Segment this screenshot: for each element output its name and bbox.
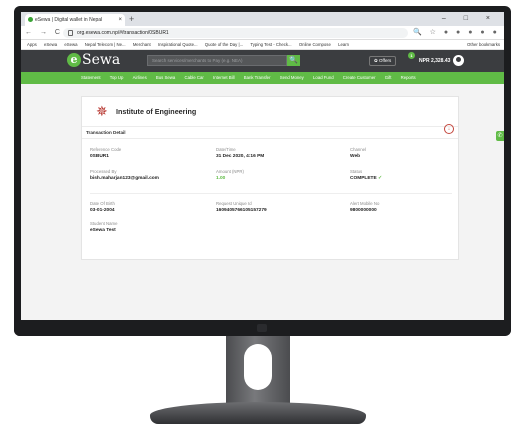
field-student-name: Student Name eSewa Test xyxy=(90,221,200,234)
field-value: 03-01-2004 xyxy=(90,208,115,213)
bookmark-item[interactable]: Nepal Telecom | Ne... xyxy=(85,40,126,49)
org-header: ✵ Institute of Engineering xyxy=(82,97,458,127)
field-value: COMPLETE ✓ xyxy=(350,175,460,182)
address-bar: ← → C ⌂ org.esewa.com.np/#/transaction/0… xyxy=(21,26,504,50)
phone-icon[interactable]: ✆ xyxy=(496,131,504,141)
balance-display[interactable]: 1 NPR 2,328.43 xyxy=(407,52,451,66)
browser-tab-bar: eSewa | Digital wallet in Nepal × + – □ … xyxy=(21,12,504,26)
url-field[interactable]: org.esewa.com.np/#/transaction/0SBUR1 xyxy=(63,28,408,38)
bookmark-item[interactable]: Typing Test - Check... xyxy=(250,40,291,49)
field-amount: Amount (NPR) 1.00 xyxy=(216,169,326,182)
field-date-of-birth: Date Of Birth 03-01-2004 xyxy=(90,201,200,214)
nav-item[interactable]: Bank Transfer xyxy=(244,72,271,84)
field-value: 9800000000 xyxy=(350,208,377,213)
nav-item[interactable]: Send Money xyxy=(280,72,304,84)
nav-item[interactable]: Cable Car xyxy=(184,72,203,84)
nav-item[interactable]: Top Up xyxy=(110,72,124,84)
nav-item[interactable]: Internet Bill xyxy=(213,72,235,84)
new-tab-icon[interactable]: + xyxy=(129,13,134,25)
field-value: bish.maharjan123@gmail.com xyxy=(90,176,159,181)
lock-icon xyxy=(68,30,73,36)
institute-emblem-icon: ✵ xyxy=(96,103,108,119)
esewa-logo[interactable]: e Sewa xyxy=(67,52,120,68)
field-value: 31 Dec 2020, 4:16 PM xyxy=(216,154,265,159)
url-text: org.esewa.com.np/#/transaction/0SBUR1 xyxy=(77,30,169,36)
avatar[interactable] xyxy=(453,55,464,66)
check-icon: ✓ xyxy=(378,175,383,181)
nav-item[interactable]: Statement xyxy=(81,72,101,84)
esewa-logo-mark: e xyxy=(67,53,81,67)
bookmark-item[interactable]: eSewa xyxy=(44,40,57,49)
browser-tab[interactable]: eSewa | Digital wallet in Nepal × xyxy=(25,14,125,26)
page-title: Institute of Engineering xyxy=(116,107,197,116)
monitor-frame: eSewa | Digital wallet in Nepal × + – □ … xyxy=(14,6,511,336)
section-header: Transaction Detail ↓ xyxy=(82,124,458,139)
field-request-unique-id: Request Unique Id 1609405766105157279 xyxy=(216,201,326,214)
bookmark-item[interactable]: Inspirational Quote... xyxy=(158,40,198,49)
nav-item[interactable]: Reports xyxy=(401,72,416,84)
main-nav: Statement Top Up Airlines Bus Sewa Cable… xyxy=(21,72,504,84)
monitor-logo xyxy=(257,324,267,332)
close-tab-icon[interactable]: × xyxy=(118,14,122,26)
bookmark-item[interactable]: Quote of the Day |... xyxy=(205,40,243,49)
field-value: 1609405766105157279 xyxy=(216,208,267,213)
field-date-time: Date/Time 31 Dec 2020, 4:16 PM xyxy=(216,147,326,160)
nav-item[interactable]: Load Fund xyxy=(313,72,334,84)
main-content: ✵ Institute of Engineering Transaction D… xyxy=(21,84,504,320)
other-bookmarks[interactable]: Other bookmarks xyxy=(467,40,500,49)
nav-item[interactable]: Gift xyxy=(385,72,392,84)
screen: eSewa | Digital wallet in Nepal × + – □ … xyxy=(21,12,504,320)
bookmark-item[interactable]: eSewa xyxy=(64,40,77,49)
esewa-favicon-icon xyxy=(28,17,33,22)
section-title: Transaction Detail xyxy=(86,130,126,135)
search-icon[interactable]: 🔍 xyxy=(287,55,300,66)
bookmark-item[interactable]: Online Compose xyxy=(299,40,331,49)
monitor-chin xyxy=(14,320,511,336)
esewa-logo-text: Sewa xyxy=(82,52,121,68)
bookmark-item[interactable]: Merchant xyxy=(133,40,151,49)
divider xyxy=(90,193,452,194)
field-channel: Channel Web xyxy=(350,147,460,160)
status-badge: COMPLETE xyxy=(350,176,377,181)
notification-badge: 1 xyxy=(408,52,415,59)
balance-value: NPR 2,328.43 xyxy=(419,58,451,64)
field-reference-code: Reference Code 0SBUR1 xyxy=(90,147,200,160)
bookmark-item[interactable]: Learn xyxy=(338,40,349,49)
nav-item[interactable]: Bus Sewa xyxy=(156,72,175,84)
bookmarks-bar: Apps eSewa eSewa Nepal Telecom | Ne... M… xyxy=(21,40,504,50)
field-value: Web xyxy=(350,154,361,159)
esewa-header: e Sewa Search services/merchants to Pay (… xyxy=(21,50,504,72)
bookmark-item[interactable]: Apps xyxy=(27,40,37,49)
field-value: eSewa Test xyxy=(90,228,116,233)
field-value: 1.00 xyxy=(216,176,226,181)
transaction-card: ✵ Institute of Engineering Transaction D… xyxy=(81,96,459,260)
field-alert-mobile: Alert Mobile No 9800000000 xyxy=(350,201,460,214)
download-pdf-icon[interactable]: ↓ xyxy=(444,124,454,134)
field-value: 0SBUR1 xyxy=(90,154,109,159)
search-input[interactable]: Search services/merchants to Pay (e.g. N… xyxy=(147,55,287,66)
window-controls[interactable]: – □ × xyxy=(442,12,498,26)
nav-item[interactable]: Airlines xyxy=(133,72,147,84)
tab-title: eSewa | Digital wallet in Nepal xyxy=(35,17,103,23)
field-processed-by: Processed By bish.maharjan123@gmail.com xyxy=(90,169,200,182)
stand-cable-hole xyxy=(244,344,272,390)
field-status: Status COMPLETE ✓ xyxy=(350,169,460,182)
monitor-stand-base xyxy=(150,402,366,424)
offers-button[interactable]: ✿ Offers xyxy=(369,56,397,66)
nav-item[interactable]: Create Customer xyxy=(343,72,376,84)
